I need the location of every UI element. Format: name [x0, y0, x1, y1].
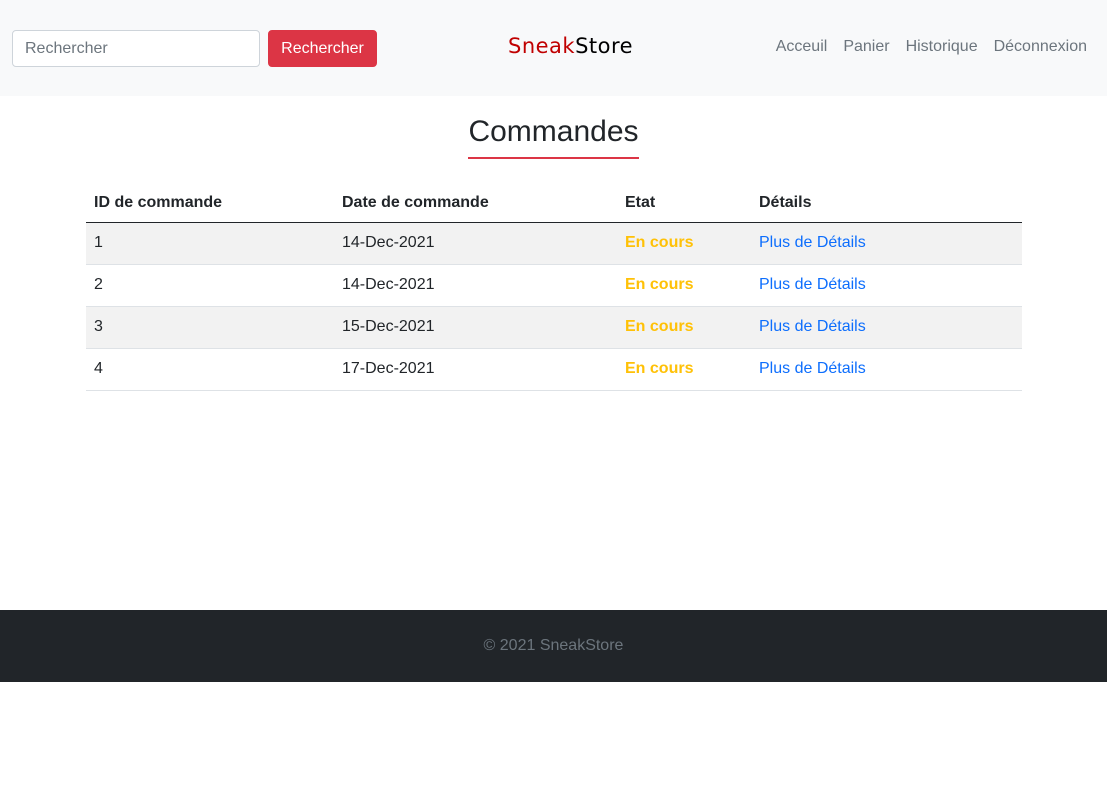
- table-row: 4 17-Dec-2021 En cours Plus de Détails: [86, 348, 1022, 391]
- footer: © 2021 SneakStore: [0, 610, 1107, 682]
- order-date: 14-Dec-2021: [334, 264, 617, 307]
- nav-link-panier[interactable]: Panier: [843, 38, 889, 56]
- footer-copyright: © 2021 SneakStore: [483, 637, 624, 654]
- order-id: 1: [86, 222, 334, 265]
- page-title-wrapper: Commandes: [0, 112, 1107, 159]
- header-order-id: ID de commande: [86, 184, 334, 223]
- order-status: En cours: [617, 264, 751, 307]
- table-header-row: ID de commande Date de commande Etat Dét…: [86, 184, 1022, 223]
- search-input[interactable]: [12, 30, 260, 67]
- table-row: 2 14-Dec-2021 En cours Plus de Détails: [86, 264, 1022, 307]
- navbar: Rechercher SneakStore Acceuil Panier His…: [0, 0, 1107, 96]
- header-details: Détails: [751, 184, 1022, 223]
- brand-part-sneak: Sneak: [508, 34, 576, 58]
- search-button[interactable]: Rechercher: [268, 30, 377, 67]
- order-date: 14-Dec-2021: [334, 222, 617, 265]
- table-row: 1 14-Dec-2021 En cours Plus de Détails: [86, 222, 1022, 265]
- brand-logo[interactable]: SneakStore: [508, 34, 633, 58]
- nav-link-deconnexion[interactable]: Déconnexion: [994, 38, 1087, 56]
- nav-links: Acceuil Panier Historique Déconnexion: [760, 38, 1087, 56]
- header-order-date: Date de commande: [334, 184, 617, 223]
- order-details-link[interactable]: Plus de Détails: [759, 276, 866, 293]
- order-id: 3: [86, 306, 334, 349]
- order-date: 15-Dec-2021: [334, 306, 617, 349]
- nav-link-historique[interactable]: Historique: [906, 38, 978, 56]
- order-id: 4: [86, 348, 334, 391]
- order-details-link[interactable]: Plus de Détails: [759, 318, 866, 335]
- page-title: Commandes: [468, 115, 639, 159]
- order-status: En cours: [617, 348, 751, 391]
- brand-part-store: Store: [575, 34, 634, 58]
- search-form: Rechercher: [12, 30, 377, 67]
- orders-table: ID de commande Date de commande Etat Dét…: [86, 184, 1022, 391]
- order-date: 17-Dec-2021: [334, 348, 617, 391]
- order-details-link[interactable]: Plus de Détails: [759, 234, 866, 251]
- order-details-link[interactable]: Plus de Détails: [759, 360, 866, 377]
- order-status: En cours: [617, 222, 751, 265]
- header-status: Etat: [617, 184, 751, 223]
- nav-link-acceuil[interactable]: Acceuil: [776, 38, 828, 56]
- table-row: 3 15-Dec-2021 En cours Plus de Détails: [86, 306, 1022, 349]
- order-status: En cours: [617, 306, 751, 349]
- order-id: 2: [86, 264, 334, 307]
